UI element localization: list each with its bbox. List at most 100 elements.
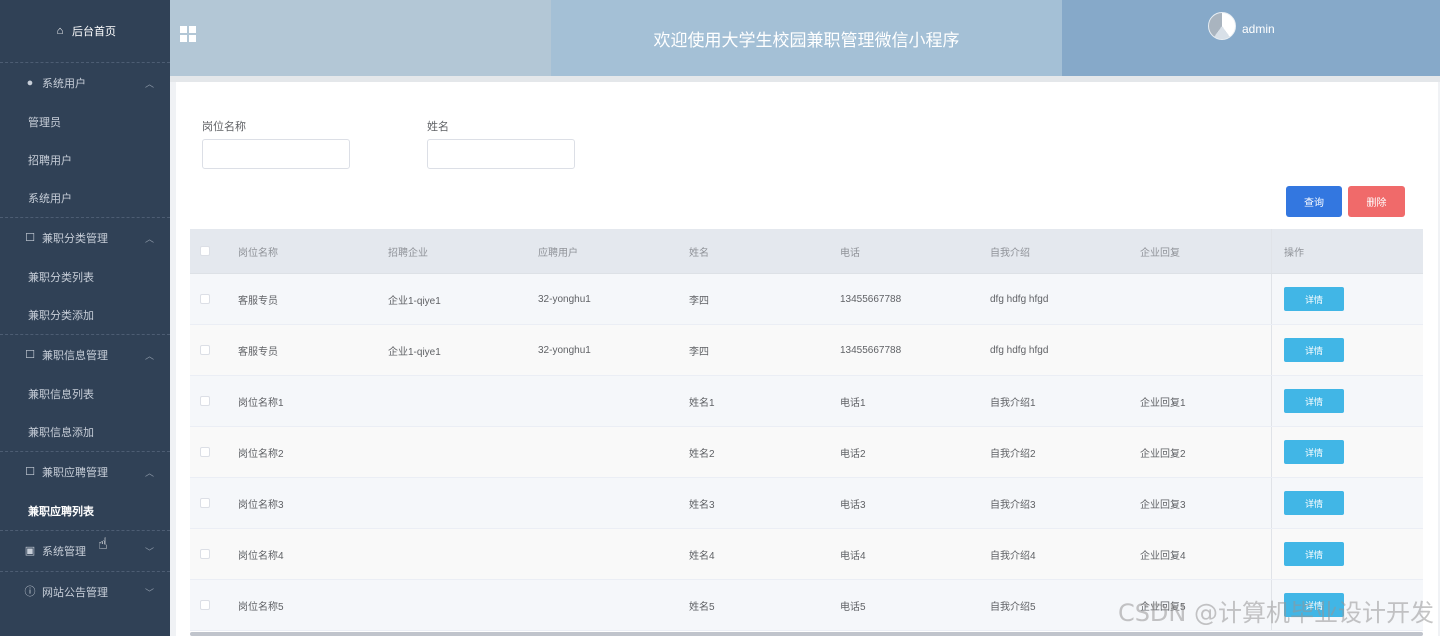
row-checkbox[interactable]: [200, 294, 210, 304]
sidebar-group-users: ● 系统用户 ︿ 管理员 招聘用户 系统用户: [0, 62, 170, 217]
edit-icon: ☐: [25, 466, 35, 478]
horizontal-scrollbar[interactable]: [190, 632, 1423, 636]
sidebar-group-header[interactable]: ⓘ 网站公告管理 ﹀: [0, 572, 170, 612]
sidebar-group-header[interactable]: ● 系统用户 ︿: [0, 63, 170, 103]
row-checkbox[interactable]: [200, 447, 210, 457]
cell-job: 岗位名称2: [238, 448, 284, 460]
sidebar-group-system: ▣ 系统管理 ﹀: [0, 530, 170, 571]
cell-name: 姓名1: [689, 397, 715, 409]
sidebar-home-label: 后台首页: [72, 26, 116, 38]
sidebar-item-admin[interactable]: 管理员: [0, 103, 170, 141]
row-checkbox[interactable]: [200, 498, 210, 508]
name-input[interactable]: [427, 139, 575, 169]
row-checkbox[interactable]: [200, 396, 210, 406]
detail-button[interactable]: 详情: [1284, 338, 1344, 362]
column-header: 应聘用户: [538, 247, 578, 259]
column-header: 电话: [840, 247, 860, 259]
chevron-up-icon: ︿: [144, 350, 154, 361]
cell-phone: 电话4: [840, 550, 866, 562]
sidebar-group-title: 兼职应聘管理: [42, 467, 108, 479]
cell-name: 姓名2: [689, 448, 715, 460]
image-icon: ▣: [24, 545, 36, 557]
detail-button[interactable]: 详情: [1284, 440, 1344, 464]
sidebar-item-recruiter[interactable]: 招聘用户: [0, 141, 170, 179]
info-icon: ⓘ: [24, 586, 36, 598]
sidebar-item-category-add[interactable]: 兼职分类添加: [0, 296, 170, 334]
table-header-row: 岗位名称 招聘企业 应聘用户 姓名 电话 自我介绍 企业回复 操作: [190, 229, 1423, 274]
cell-reply: 企业回复1: [1140, 397, 1186, 409]
job-name-input[interactable]: [202, 139, 350, 169]
cell-actions: 详情: [1271, 427, 1423, 477]
cell-intro: 自我介绍3: [990, 499, 1036, 511]
cell-job: 岗位名称4: [238, 550, 284, 562]
edit-icon: ☐: [25, 232, 35, 244]
sidebar-group-header[interactable]: ☐ 兼职信息管理 ︿: [0, 335, 170, 375]
sidebar-group-header[interactable]: ☐ 兼职应聘管理 ︿: [0, 452, 170, 492]
edit-icon: ☐: [25, 349, 35, 361]
table-row: 岗位名称1 姓名1 电话1 自我介绍1 企业回复1 详情: [190, 376, 1423, 427]
table-row: 岗位名称2 姓名2 电话2 自我介绍2 企业回复2 详情: [190, 427, 1423, 478]
row-checkbox[interactable]: [200, 600, 210, 610]
user-icon: ●: [26, 77, 34, 89]
table-row: 岗位名称3 姓名3 电话3 自我介绍3 企业回复3 详情: [190, 478, 1423, 529]
table-row: 客服专员 企业1-qiye1 32-yonghu1 李四 13455667788…: [190, 274, 1423, 325]
cell-company: 企业1-qiye1: [388, 295, 441, 307]
sidebar-group-title: 兼职分类管理: [42, 233, 108, 245]
hand-cursor-icon: ☝: [98, 536, 108, 553]
table-row: 客服专员 企业1-qiye1 32-yonghu1 李四 13455667788…: [190, 325, 1423, 376]
cell-name: 姓名3: [689, 499, 715, 511]
cell-actions: 详情: [1271, 325, 1423, 375]
row-checkbox-cell: [190, 396, 238, 406]
detail-button[interactable]: 详情: [1284, 542, 1344, 566]
cell-company: 企业1-qiye1: [388, 346, 441, 358]
cell-phone: 电话5: [840, 601, 866, 613]
detail-button[interactable]: 详情: [1284, 389, 1344, 413]
delete-button[interactable]: 删除: [1348, 186, 1405, 217]
sidebar-item-system-user[interactable]: 系统用户: [0, 179, 170, 217]
cell-phone: 13455667788: [840, 293, 902, 305]
column-header: 企业回复: [1140, 247, 1180, 259]
sidebar-group-header[interactable]: ▣ 系统管理 ﹀: [0, 531, 170, 571]
sidebar-item-info-list[interactable]: 兼职信息列表: [0, 375, 170, 413]
chevron-up-icon: ︿: [144, 78, 154, 89]
chevron-down-icon: ﹀: [144, 587, 154, 598]
sidebar-item-info-add[interactable]: 兼职信息添加: [0, 413, 170, 451]
cell-name: 姓名4: [689, 550, 715, 562]
username[interactable]: admin: [1242, 22, 1275, 36]
avatar[interactable]: [1208, 12, 1236, 40]
watermark: CSDN @计算机毕业设计开发: [1117, 599, 1434, 627]
menu-grid-icon[interactable]: [180, 26, 196, 42]
sidebar-group-header[interactable]: ☐ 兼职分类管理 ︿: [0, 218, 170, 258]
page-title: 欢迎使用大学生校园兼职管理微信小程序: [551, 0, 1062, 76]
sidebar-group-category: ☐ 兼职分类管理 ︿ 兼职分类列表 兼职分类添加: [0, 217, 170, 334]
cell-user: 32-yonghu1: [538, 344, 591, 356]
sidebar: ⌂ 后台首页 ● 系统用户 ︿ 管理员 招聘用户 系统用户 ☐ 兼职分类管理 ︿…: [0, 0, 170, 636]
row-checkbox[interactable]: [200, 549, 210, 559]
detail-button[interactable]: 详情: [1284, 287, 1344, 311]
sidebar-item-category-list[interactable]: 兼职分类列表: [0, 258, 170, 296]
chevron-up-icon: ︿: [144, 233, 154, 244]
table-row: 岗位名称4 姓名4 电话4 自我介绍4 企业回复4 详情: [190, 529, 1423, 580]
detail-button[interactable]: 详情: [1284, 491, 1344, 515]
row-checkbox[interactable]: [200, 345, 210, 355]
name-label: 姓名: [427, 121, 449, 133]
column-header: 操作: [1271, 229, 1423, 273]
row-checkbox-cell: [190, 447, 238, 457]
cell-intro: dfg hdfg hfgd: [990, 293, 1049, 305]
cell-phone: 电话3: [840, 499, 866, 511]
cell-name: 李四: [689, 295, 709, 307]
cell-intro: 自我介绍2: [990, 448, 1036, 460]
select-all-checkbox[interactable]: [200, 246, 210, 256]
cell-job: 客服专员: [238, 346, 278, 358]
cell-name: 姓名5: [689, 601, 715, 613]
cell-reply: 企业回复2: [1140, 448, 1186, 460]
header-left: [170, 0, 551, 76]
job-name-label: 岗位名称: [202, 121, 246, 133]
sidebar-home[interactable]: ⌂ 后台首页: [0, 0, 170, 62]
sidebar-item-application-list[interactable]: 兼职应聘列表: [0, 492, 170, 530]
column-header: 岗位名称: [238, 247, 278, 259]
chevron-down-icon: ﹀: [144, 546, 154, 557]
row-checkbox-cell: [190, 294, 238, 304]
search-button[interactable]: 查询: [1286, 186, 1342, 217]
cell-intro: dfg hdfg hfgd: [990, 344, 1049, 356]
